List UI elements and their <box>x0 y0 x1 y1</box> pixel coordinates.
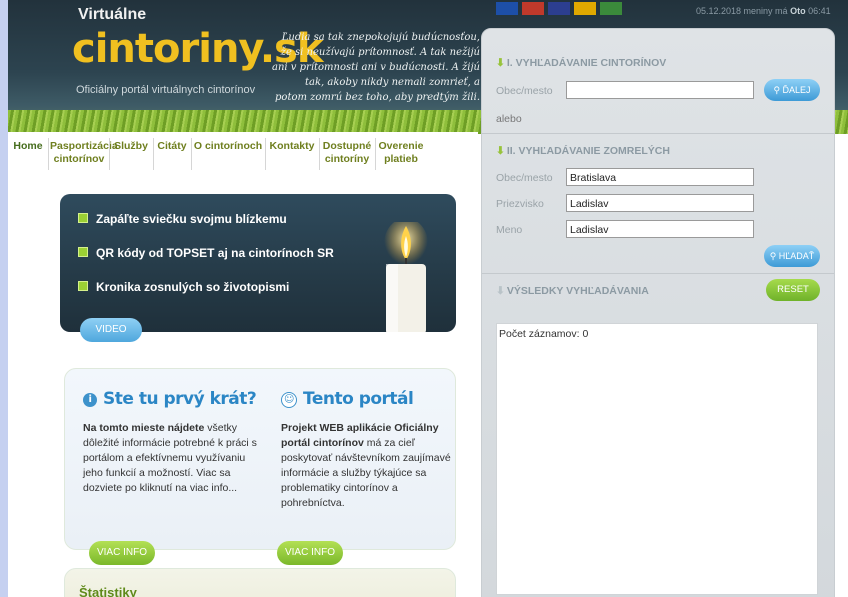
logo-top-text[interactable]: Virtuálne <box>78 6 146 24</box>
menu-item-sluzby[interactable]: Služby <box>111 140 151 180</box>
first-time-bold: Na tomto mieste nájdete <box>83 422 205 434</box>
video-button[interactable]: VIDEO <box>80 318 142 342</box>
search-icon: ⚲ <box>769 251 777 261</box>
promo-banner: Zapáľte sviečku svojmu blízkemu QR kódy … <box>60 194 456 332</box>
info-icon: i <box>83 393 97 407</box>
first-time-text: Na tomto mieste nájdete všetky dôležité … <box>83 421 259 496</box>
search-icon: ⚲ <box>773 85 781 95</box>
menu-divider <box>265 138 266 170</box>
deceased-search-title-text: II. VYHĽADÁVANIE ZOMRELÝCH <box>506 145 670 157</box>
surname-label: Priezvisko <box>496 198 544 210</box>
city-label: Obec/mesto <box>496 85 553 97</box>
users-icon: ☺ <box>281 392 297 408</box>
or-label: alebo <box>496 113 522 125</box>
more-info-button-left[interactable]: VIAC INFO <box>89 541 155 565</box>
bullet-icon <box>78 213 88 223</box>
logo-subtitle: Oficiálny portál virtuálnych cintorínov <box>76 84 256 96</box>
deceased-search-title: ⬇ II. VYHĽADÁVANIE ZOMRELÝCH <box>496 145 670 157</box>
section-divider <box>482 273 834 274</box>
stats-title: Štatistiky <box>79 585 137 597</box>
menu-divider <box>153 138 154 170</box>
search-button-label: HĽADAŤ <box>778 251 815 261</box>
menu-item-kontakty[interactable]: Kontakty <box>267 140 317 180</box>
arrow-down-icon: ⬇ <box>496 57 505 69</box>
portal-title: ☺ Tento portál <box>281 389 414 409</box>
next-button-label: ĎALEJ <box>782 85 811 95</box>
bullet-icon <box>78 247 88 257</box>
menu-divider <box>375 138 376 170</box>
uk-flag-icon[interactable] <box>548 2 570 15</box>
next-button[interactable]: ⚲ ĎALEJ <box>764 79 820 101</box>
slovak-flag-icon[interactable] <box>496 2 518 15</box>
results-title: ⬇ VÝSLEDKY VYHĽADÁVANIA <box>496 285 649 297</box>
info-panel: i Ste tu prvý krát? Na tomto mieste nájde… <box>64 368 456 565</box>
menu-item-citaty[interactable]: Citáty <box>155 140 189 180</box>
menu-divider <box>191 138 192 170</box>
menu-divider <box>319 138 320 170</box>
section-divider <box>482 133 834 134</box>
main-menu: Home Pasportizácia cintorínov Služby Cit… <box>8 132 478 180</box>
czech-flag-icon[interactable] <box>522 2 544 15</box>
candle-image <box>384 222 428 332</box>
german-flag-icon[interactable] <box>574 2 596 15</box>
menu-item-pasportizacia[interactable]: Pasportizácia cintorínov <box>50 140 118 180</box>
results-title-text: VÝSLEDKY VYHĽADÁVANIA <box>506 285 649 297</box>
time-text: 06:41 <box>808 6 831 16</box>
dead-city-label: Obec/mesto <box>496 172 553 184</box>
reset-button[interactable]: RESET <box>766 279 820 301</box>
hungarian-flag-icon[interactable] <box>600 2 622 15</box>
stats-panel: Štatistiky <box>64 568 456 597</box>
bullet-icon <box>78 281 88 291</box>
header-quote: Ľudia sa tak znepokojujú budúcnosťou, že… <box>272 32 480 103</box>
arrow-down-icon: ⬇ <box>496 145 505 157</box>
portal-text: Projekt WEB aplikácie Oficiálny portál c… <box>281 421 451 511</box>
city-input[interactable] <box>566 81 754 99</box>
date-text: 05.12.2018 meniny má <box>696 6 788 16</box>
portal-title-text: Tento portál <box>303 389 414 409</box>
banner-link-label: Kronika zosnulých so životopismi <box>96 280 290 294</box>
first-time-title: i Ste tu prvý krát? <box>83 389 257 409</box>
firstname-label: Meno <box>496 224 523 236</box>
menu-divider <box>109 138 110 170</box>
nameday-name: Oto <box>790 6 806 16</box>
menu-divider <box>48 138 49 170</box>
language-flags <box>496 2 626 16</box>
first-time-title-text: Ste tu prvý krát? <box>103 389 257 409</box>
date-nameday: 05.12.2018 meniny má Oto 06:41 <box>696 6 831 16</box>
page-frame: Virtuálne cintoriny.sk Oficiálny portál … <box>8 0 848 597</box>
dead-city-input[interactable]: Bratislava <box>566 168 754 186</box>
banner-link-qr[interactable]: QR kódy od TOPSET aj na cintorínoch SR <box>78 246 334 260</box>
results-box: Počet záznamov: 0 <box>496 323 818 595</box>
cemetery-search-title-text: I. VYHĽADÁVANIE CINTORÍNOV <box>506 57 667 69</box>
banner-link-label: QR kódy od TOPSET aj na cintorínoch SR <box>96 246 334 260</box>
surname-input[interactable]: Ladislav <box>566 194 754 212</box>
search-panel: ⬇ I. VYHĽADÁVANIE CINTORÍNOV Obec/mesto ⚲… <box>481 28 835 597</box>
menu-item-o-cintorinoch[interactable]: O cintorínoch <box>193 140 263 180</box>
menu-item-dostupne-cintoriny[interactable]: Dostupné cintoríny <box>321 140 373 180</box>
cemetery-search-title: ⬇ I. VYHĽADÁVANIE CINTORÍNOV <box>496 57 666 69</box>
menu-item-home[interactable]: Home <box>10 140 46 180</box>
search-button[interactable]: ⚲ HĽADAŤ <box>764 245 820 267</box>
arrow-down-icon: ⬇ <box>496 285 505 297</box>
banner-link-candle[interactable]: Zapáľte sviečku svojmu blízkemu <box>78 212 287 226</box>
banner-link-label: Zapáľte sviečku svojmu blízkemu <box>96 212 287 226</box>
menu-item-overenie-platieb[interactable]: Overenie platieb <box>377 140 425 180</box>
firstname-input[interactable]: Ladislav <box>566 220 754 238</box>
results-count: Počet záznamov: 0 <box>499 328 589 340</box>
banner-link-chronicle[interactable]: Kronika zosnulých so životopismi <box>78 280 289 294</box>
more-info-button-right[interactable]: VIAC INFO <box>277 541 343 565</box>
